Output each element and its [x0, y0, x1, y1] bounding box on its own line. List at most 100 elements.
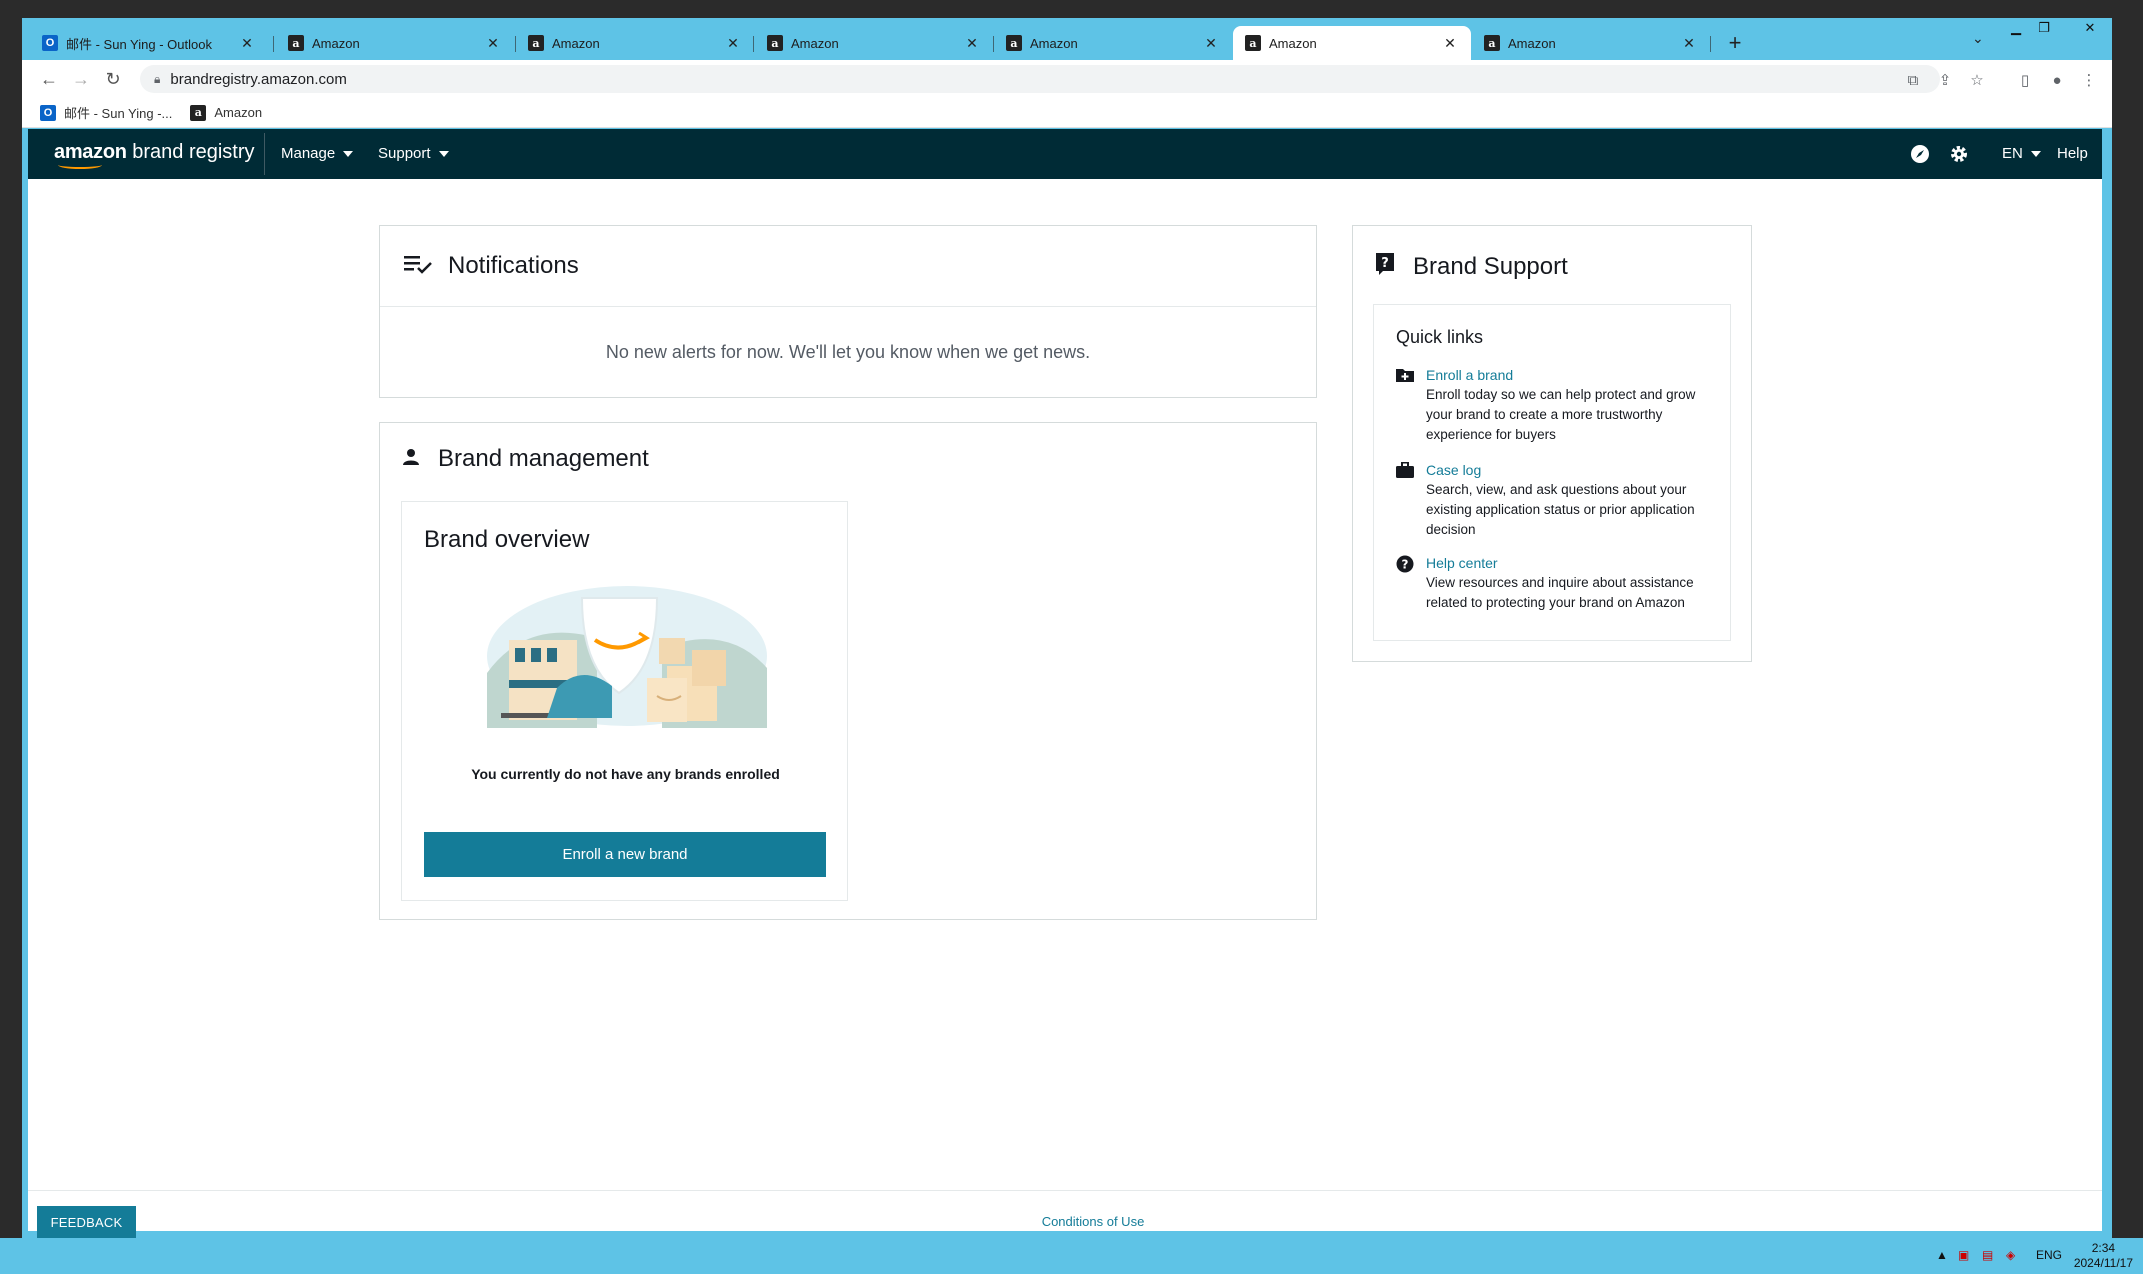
- bookmarks-bar: O 邮件 - Sun Ying -... a Amazon: [22, 98, 2112, 128]
- question-square-icon: ?: [1375, 252, 1395, 281]
- tab-amazon[interactable]: a Amazon ✕: [516, 26, 754, 60]
- bookmark-label: Amazon: [214, 105, 263, 120]
- tab-title: Amazon: [791, 35, 839, 51]
- logo-amazon-text: amazon: [54, 141, 127, 163]
- tab-amazon-active[interactable]: a Amazon ✕: [1233, 26, 1471, 60]
- compass-icon[interactable]: [1908, 142, 1932, 166]
- quick-link-enroll: Enroll a brand Enroll today so we can he…: [1396, 365, 1716, 445]
- enroll-a-brand-link[interactable]: Enroll a brand: [1426, 365, 1716, 385]
- side-panel-icon[interactable]: ▯: [2014, 69, 2036, 91]
- tab-strip: O 邮件 - Sun Ying - Outlook ✕ a Amazon ✕ a…: [22, 18, 2112, 60]
- svg-text:?: ?: [1381, 256, 1389, 271]
- amazon-icon: a: [288, 35, 304, 51]
- url-text: brandregistry.amazon.com: [170, 70, 347, 88]
- tray-expand-icon[interactable]: ▲: [1936, 1248, 1948, 1262]
- brand-overview-card: Brand overview You currently do not have…: [401, 501, 848, 901]
- tab-amazon[interactable]: a Amazon ✕: [1472, 26, 1710, 60]
- translate-icon[interactable]: ⧉: [1902, 69, 1924, 91]
- brand-support-card: ? Brand Support Quick links Enroll a bra…: [1352, 225, 1752, 662]
- brand-management-header: Brand management: [402, 445, 649, 473]
- help-center-description: View resources and inquire about assista…: [1426, 575, 1694, 610]
- tab-amazon[interactable]: a Amazon ✕: [276, 26, 514, 60]
- tray-volume-icon[interactable]: ◈: [2006, 1248, 2015, 1262]
- bookmark-label: 邮件 - Sun Ying -...: [64, 106, 173, 121]
- bookmark-outlook[interactable]: O 邮件 - Sun Ying -...: [40, 103, 172, 122]
- share-icon[interactable]: ⇪: [1934, 69, 1956, 91]
- clock-date: 2024/11/17: [2073, 1256, 2133, 1270]
- close-window-icon[interactable]: ✕: [2071, 18, 2109, 38]
- help-link[interactable]: Help: [2057, 145, 2088, 162]
- profile-icon[interactable]: ●: [2046, 69, 2068, 91]
- brand-management-card: Brand management Brand overview You curr…: [379, 422, 1317, 920]
- language-label: EN: [2002, 145, 2023, 162]
- tab-separator: [1710, 36, 1711, 52]
- system-clock[interactable]: 2:34 2024/11/17: [2074, 1241, 2133, 1271]
- caret-down-icon: [343, 150, 354, 157]
- reload-icon[interactable]: ↻: [100, 66, 126, 92]
- amazon-icon: a: [1484, 35, 1500, 51]
- address-bar[interactable]: 🔒︎ brandregistry.amazon.com: [140, 65, 1940, 93]
- tab-close-icon[interactable]: ✕: [963, 35, 981, 52]
- outlook-icon: O: [40, 104, 56, 121]
- maximize-icon[interactable]: ❐: [2031, 18, 2057, 38]
- tab-amazon[interactable]: a Amazon ✕: [994, 26, 1232, 60]
- feedback-button[interactable]: FEEDBACK: [37, 1206, 136, 1238]
- no-brands-message: You currently do not have any brands enr…: [471, 766, 780, 782]
- tab-close-icon[interactable]: ✕: [238, 35, 256, 52]
- star-icon[interactable]: ☆: [1966, 69, 1988, 91]
- tab-amazon[interactable]: a Amazon ✕: [755, 26, 993, 60]
- help-center-link[interactable]: Help center: [1426, 553, 1716, 573]
- help-label: Help: [2057, 145, 2088, 162]
- question-circle-icon: ?: [1396, 553, 1426, 613]
- tab-search-chevron-icon[interactable]: ⌄: [1972, 30, 1984, 47]
- amazon-icon: a: [1006, 35, 1022, 51]
- support-menu[interactable]: Support: [378, 145, 449, 162]
- tab-close-icon[interactable]: ✕: [1680, 35, 1698, 52]
- tray-network-icon[interactable]: ▤: [1982, 1248, 1993, 1262]
- browser-window: O 邮件 - Sun Ying - Outlook ✕ a Amazon ✕ a…: [22, 18, 2112, 1238]
- tab-title: Amazon: [1269, 35, 1317, 51]
- logo-brand-registry-text: brand registry: [126, 141, 255, 163]
- clock-time: 2:34: [2091, 1241, 2116, 1255]
- conditions-of-use-link[interactable]: Conditions of Use: [1028, 1214, 1158, 1229]
- enroll-new-brand-button[interactable]: Enroll a new brand: [424, 832, 826, 877]
- forward-icon[interactable]: →: [68, 66, 94, 92]
- page-content: amazon brand registry Manage Support EN …: [28, 129, 2102, 1238]
- quick-links-title: Quick links: [1396, 327, 1484, 347]
- lock-icon: 🔒︎: [154, 71, 161, 86]
- input-language[interactable]: ENG: [2036, 1248, 2062, 1262]
- tab-close-icon[interactable]: ✕: [1441, 35, 1459, 52]
- notifications-card: Notifications No new alerts for now. We'…: [379, 225, 1317, 398]
- amazon-icon: a: [190, 104, 207, 121]
- new-tab-button[interactable]: +: [1722, 30, 1748, 56]
- checklist-icon: [404, 253, 432, 280]
- tab-outlook[interactable]: O 邮件 - Sun Ying - Outlook ✕: [30, 26, 268, 60]
- case-log-link[interactable]: Case log: [1426, 460, 1716, 480]
- more-menu-icon[interactable]: ⋮: [2078, 69, 2100, 91]
- browser-toolbar: ← → ↻ 🔒︎ brandregistry.amazon.com ⧉ ⇪ ☆ …: [22, 60, 2112, 98]
- tab-title: Amazon: [1030, 35, 1078, 51]
- svg-text:?: ?: [1402, 558, 1409, 572]
- tray-app-icon[interactable]: ▣: [1958, 1248, 1969, 1262]
- notifications-header: Notifications: [380, 226, 1316, 307]
- site-header: amazon brand registry Manage Support EN …: [28, 129, 2102, 179]
- tab-close-icon[interactable]: ✕: [1202, 35, 1220, 52]
- tab-close-icon[interactable]: ✕: [724, 35, 742, 52]
- minimize-icon[interactable]: ▁: [2003, 18, 2029, 38]
- quick-link-help-center: ? Help center View resources and inquire…: [1396, 553, 1716, 613]
- outlook-icon: O: [42, 35, 58, 51]
- brand-registry-logo[interactable]: amazon brand registry: [54, 141, 255, 169]
- amazon-icon: a: [528, 35, 544, 51]
- tab-separator: [273, 36, 274, 52]
- bookmark-amazon[interactable]: a Amazon: [190, 104, 263, 121]
- tab-close-icon[interactable]: ✕: [484, 35, 502, 52]
- brand-overview-title: Brand overview: [424, 526, 590, 553]
- back-icon[interactable]: ←: [36, 66, 62, 92]
- brand-support-title: Brand Support: [1413, 252, 1568, 280]
- manage-menu[interactable]: Manage: [281, 145, 354, 162]
- caret-down-icon: [2030, 150, 2041, 157]
- language-selector[interactable]: EN: [2002, 145, 2041, 162]
- amazon-icon: a: [767, 35, 783, 51]
- tab-title: Amazon: [552, 35, 600, 51]
- gear-icon[interactable]: [1947, 142, 1971, 166]
